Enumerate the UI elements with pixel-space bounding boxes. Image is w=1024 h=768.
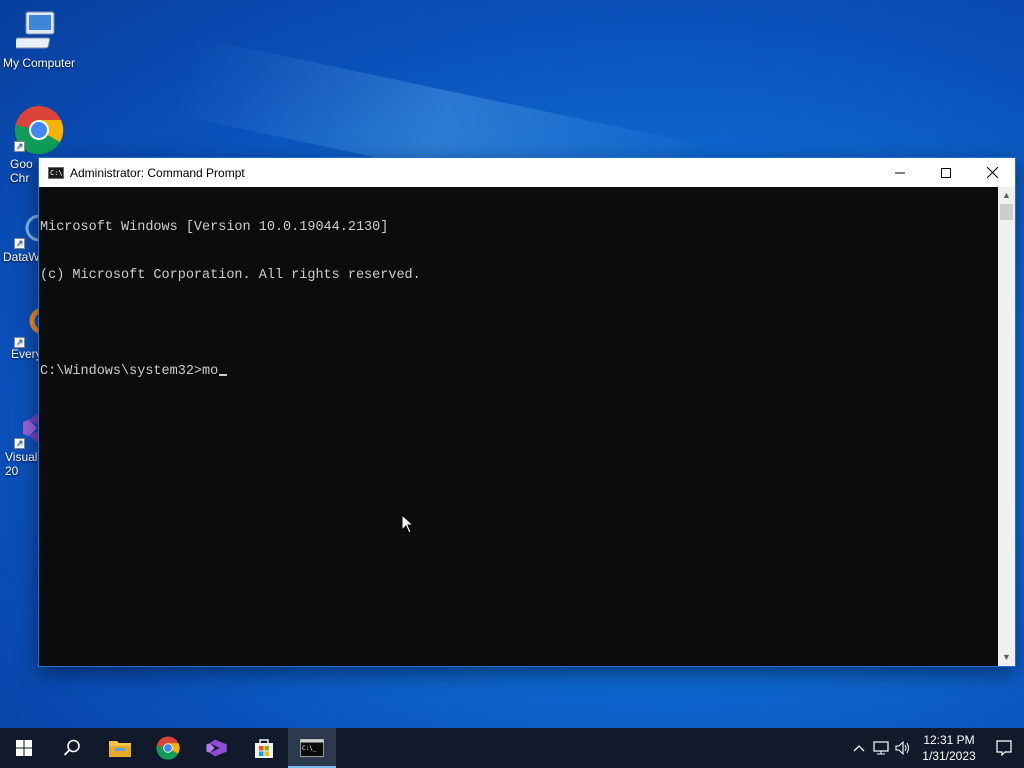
cmd-icon: C:\_ bbox=[300, 739, 324, 757]
desktop-icon-label: My Computer bbox=[2, 56, 76, 70]
computer-icon bbox=[16, 11, 55, 49]
folder-icon bbox=[109, 741, 131, 757]
clock-time: 12:31 PM bbox=[923, 733, 975, 747]
console-line: (c) Microsoft Corporation. All rights re… bbox=[40, 268, 421, 283]
windows-logo-icon bbox=[16, 740, 32, 756]
volume-icon[interactable] bbox=[892, 728, 914, 768]
mouse-pointer-icon bbox=[401, 514, 415, 534]
window-controls bbox=[877, 158, 1015, 187]
minimize-icon bbox=[895, 172, 905, 173]
store-icon bbox=[255, 739, 273, 758]
start-button[interactable] bbox=[0, 728, 48, 768]
vertical-scrollbar[interactable]: ▲ ▼ bbox=[998, 187, 1015, 666]
chrome-icon bbox=[156, 736, 180, 760]
command-prompt-window[interactable]: C:\ Administrator: Command Prompt Micros… bbox=[38, 157, 1016, 667]
microsoft-store-button[interactable] bbox=[240, 728, 288, 768]
clock-date: 1/31/2023 bbox=[922, 749, 976, 763]
console-prompt-text: C:\Windows\system32>mo bbox=[40, 364, 219, 379]
maximize-button[interactable] bbox=[923, 158, 969, 187]
file-explorer-button[interactable] bbox=[96, 728, 144, 768]
system-tray: 12:31 PM 1/31/2023 bbox=[848, 728, 1024, 768]
chrome-taskbar-button[interactable] bbox=[144, 728, 192, 768]
text-cursor bbox=[219, 374, 228, 376]
shortcut-arrow-icon: ↗ bbox=[14, 337, 25, 348]
desktop-icon-my-computer[interactable]: My Computer bbox=[0, 10, 78, 70]
command-prompt-taskbar-button[interactable]: C:\_ bbox=[288, 728, 336, 768]
console-line: Microsoft Windows [Version 10.0.19044.21… bbox=[40, 220, 389, 235]
visual-studio-icon bbox=[206, 739, 227, 757]
close-icon bbox=[986, 167, 998, 178]
shortcut-arrow-icon: ↗ bbox=[14, 438, 25, 449]
shortcut-arrow-icon: ↗ bbox=[14, 238, 25, 249]
visual-studio-taskbar-button[interactable] bbox=[192, 728, 240, 768]
minimize-button[interactable] bbox=[877, 158, 923, 187]
console-output[interactable]: Microsoft Windows [Version 10.0.19044.21… bbox=[39, 187, 998, 666]
maximize-icon bbox=[941, 167, 951, 178]
close-button[interactable] bbox=[969, 158, 1015, 187]
console-prompt-line[interactable]: C:\Windows\system32>mo bbox=[40, 364, 998, 380]
shortcut-arrow-icon: ↗ bbox=[14, 141, 25, 152]
search-icon bbox=[63, 739, 80, 756]
notification-icon bbox=[996, 740, 1012, 756]
scroll-up-arrow-icon[interactable]: ▲ bbox=[998, 187, 1015, 204]
search-button[interactable] bbox=[48, 728, 96, 768]
taskbar-clock[interactable]: 12:31 PM 1/31/2023 bbox=[914, 732, 984, 764]
network-icon[interactable] bbox=[870, 728, 892, 768]
show-hidden-icons-chevron-icon[interactable] bbox=[848, 728, 870, 768]
window-titlebar[interactable]: C:\ Administrator: Command Prompt bbox=[39, 158, 1015, 187]
cmd-icon: C:\ bbox=[48, 166, 64, 179]
action-center-button[interactable] bbox=[984, 728, 1024, 768]
window-title: Administrator: Command Prompt bbox=[70, 165, 245, 180]
taskbar: C:\_ 12:31 PM 1/31/2023 bbox=[0, 728, 1024, 768]
scroll-thumb[interactable] bbox=[1000, 204, 1013, 220]
svg-text:C:\_: C:\_ bbox=[302, 745, 317, 752]
scroll-down-arrow-icon[interactable]: ▼ bbox=[998, 649, 1015, 666]
